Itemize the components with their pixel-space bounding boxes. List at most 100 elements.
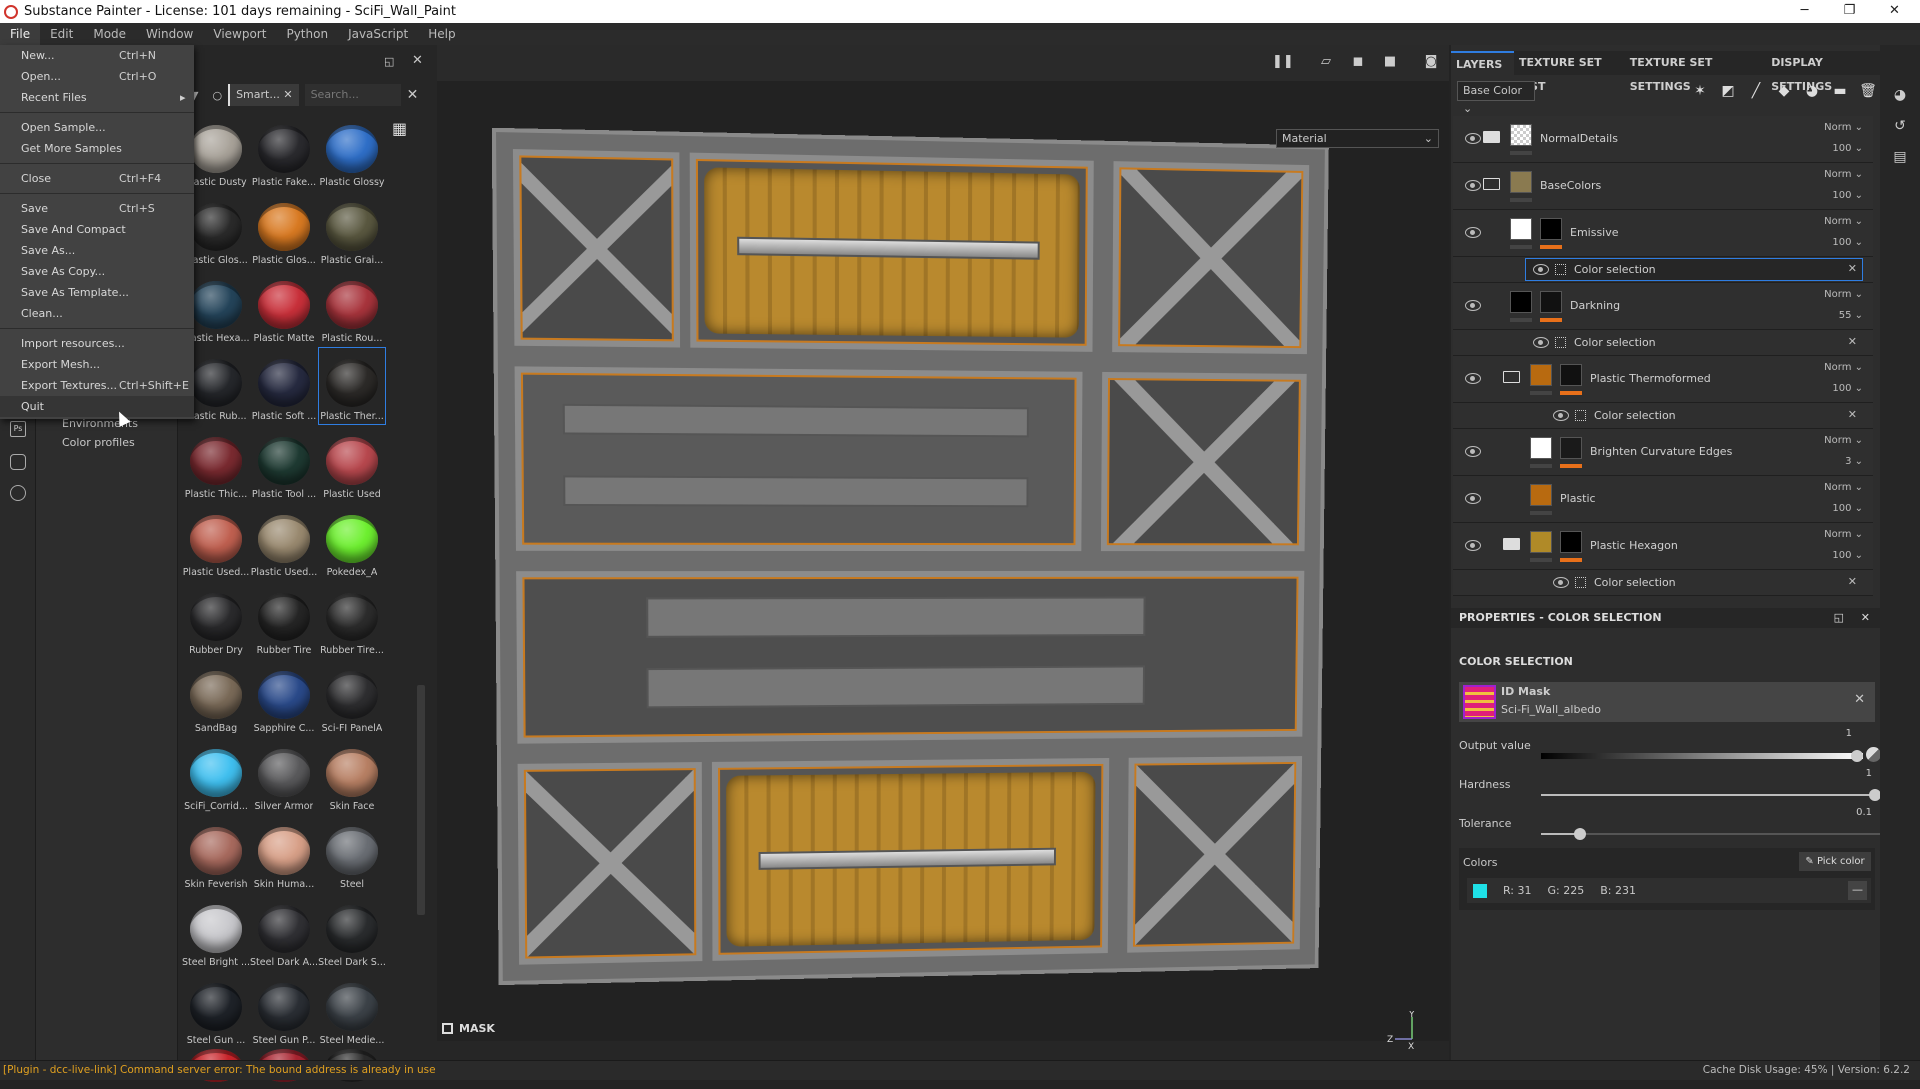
layer-name[interactable]: Plastic Hexagon bbox=[1590, 539, 1678, 552]
file-menu-item-save-as-copy[interactable]: Save As Copy... bbox=[0, 261, 194, 282]
shelf-scrollbar[interactable] bbox=[417, 685, 425, 915]
mask-thumbnail[interactable] bbox=[1560, 437, 1582, 459]
slider-knob[interactable] bbox=[1573, 828, 1586, 840]
menu-javascript[interactable]: JavaScript bbox=[338, 23, 418, 45]
material-item[interactable]: Steel Dark S... bbox=[318, 893, 386, 971]
file-menu-item-open[interactable]: Open... Ctrl+O bbox=[0, 66, 194, 87]
pause-icon[interactable]: ❚❚ bbox=[1272, 55, 1294, 69]
search-input[interactable]: Search... bbox=[304, 84, 401, 106]
material-item[interactable]: Silver Armor bbox=[250, 737, 318, 815]
material-item[interactable]: Plastic Ther... bbox=[318, 347, 386, 425]
visibility-eye-icon[interactable] bbox=[1465, 373, 1481, 384]
channel-dropdown[interactable]: Base Color ⌄ bbox=[1457, 81, 1535, 115]
folder-open-icon[interactable] bbox=[1503, 371, 1520, 383]
material-item[interactable]: Plastic Used... bbox=[182, 503, 250, 581]
effect-row-color-selection[interactable]: Color selection ✕ bbox=[1453, 257, 1873, 283]
material-item[interactable]: Plastic Soft ... bbox=[250, 347, 318, 425]
layer-name[interactable]: Darkning bbox=[1570, 299, 1620, 312]
material-item[interactable]: Skin Face bbox=[318, 737, 386, 815]
close-panel-icon[interactable]: ✕ bbox=[412, 53, 423, 68]
material-item[interactable]: Steel Bright ... bbox=[182, 893, 250, 971]
layer-name[interactable]: BaseColors bbox=[1540, 179, 1601, 192]
file-menu-item-close[interactable]: Close Ctrl+F4 bbox=[0, 168, 194, 189]
material-item[interactable]: Rubber Tire bbox=[250, 581, 318, 659]
hardness-value[interactable]: 1 bbox=[1866, 768, 1872, 779]
image-icon[interactable] bbox=[10, 454, 26, 470]
cube-icon[interactable]: ◼ bbox=[1349, 55, 1367, 69]
viewport-canvas[interactable]: Material ⌄ Y Z X MASK bbox=[437, 81, 1449, 1051]
opacity-dropdown[interactable]: 100 ⌄ bbox=[1832, 550, 1863, 561]
file-menu-item-recent-files[interactable]: Recent Files ▸ bbox=[0, 87, 194, 108]
opacity-dropdown[interactable]: 100 ⌄ bbox=[1832, 143, 1863, 154]
file-menu-item-quit[interactable]: Quit bbox=[0, 396, 194, 417]
remove-color-button[interactable]: — bbox=[1848, 881, 1867, 900]
pick-color-button[interactable]: ✎ Pick color bbox=[1799, 852, 1871, 871]
close-window-button[interactable]: ✕ bbox=[1872, 0, 1917, 23]
file-menu-item-export-mesh[interactable]: Export Mesh... bbox=[0, 354, 194, 375]
material-item[interactable]: Sapphire C... bbox=[250, 659, 318, 737]
float-panel-icon[interactable]: ◱ bbox=[384, 55, 394, 68]
layer-row[interactable]: Plastic Norm ⌄ 100 ⌄ bbox=[1453, 476, 1873, 523]
file-menu-item-open-sample[interactable]: Open Sample... bbox=[0, 117, 194, 138]
file-menu-item-save-and-compact[interactable]: Save And Compact bbox=[0, 219, 194, 240]
remove-effect-icon[interactable]: ✕ bbox=[1848, 408, 1857, 421]
folder-icon[interactable] bbox=[1503, 538, 1520, 550]
opacity-dropdown[interactable]: 100 ⌄ bbox=[1832, 383, 1863, 394]
filter-chip[interactable]: Smart... ✕ bbox=[228, 84, 299, 106]
material-item[interactable]: Plastic Grai... bbox=[318, 191, 386, 269]
mask-thumbnail[interactable] bbox=[1540, 218, 1562, 240]
display-mode-dropdown[interactable]: Material ⌄ bbox=[1276, 129, 1439, 148]
layer-row[interactable]: Emissive Norm ⌄ 100 ⌄ bbox=[1453, 210, 1873, 257]
menu-help[interactable]: Help bbox=[418, 23, 465, 45]
opacity-dropdown[interactable]: 100 ⌄ bbox=[1832, 190, 1863, 201]
tab-layers[interactable]: LAYERS ✕ bbox=[1451, 51, 1514, 95]
material-item[interactable]: Plastic Used bbox=[318, 425, 386, 503]
material-item[interactable]: Skin Huma... bbox=[250, 815, 318, 893]
opacity-dropdown[interactable]: 55 ⌄ bbox=[1839, 310, 1863, 321]
add-mask-icon[interactable]: ◩ bbox=[1719, 83, 1737, 99]
material-item[interactable]: Steel Gun P... bbox=[250, 971, 318, 1049]
smart-material-icon[interactable]: ◕ bbox=[1803, 83, 1821, 99]
float-panel-icon[interactable]: ◱ bbox=[1834, 608, 1844, 628]
layer-name[interactable]: Brighten Curvature Edges bbox=[1590, 445, 1732, 458]
material-item[interactable]: Pokedex_A bbox=[318, 503, 386, 581]
opacity-dropdown[interactable]: 100 ⌄ bbox=[1832, 503, 1863, 514]
screenshot-icon[interactable]: ◙ bbox=[1422, 55, 1440, 69]
material-item[interactable]: Sci-FI PanelA bbox=[318, 659, 386, 737]
clear-search-icon[interactable]: ✕ bbox=[407, 87, 419, 103]
menu-window[interactable]: Window bbox=[136, 23, 203, 45]
tab-texture-set-list[interactable]: TEXTURE SET LIST bbox=[1514, 51, 1625, 93]
layer-row[interactable]: BaseColors Norm ⌄ 100 ⌄ bbox=[1453, 163, 1873, 210]
layer-name[interactable]: Plastic Thermoformed bbox=[1590, 372, 1711, 385]
remove-effect-icon[interactable]: ✕ bbox=[1848, 262, 1857, 275]
tolerance-value[interactable]: 0.1 bbox=[1856, 807, 1872, 818]
close-panel-icon[interactable]: ✕ bbox=[1861, 608, 1870, 628]
visibility-eye-icon[interactable] bbox=[1553, 576, 1569, 588]
visibility-eye-icon[interactable] bbox=[1465, 540, 1481, 551]
visibility-eye-icon[interactable] bbox=[1465, 180, 1481, 191]
mask-thumbnail[interactable] bbox=[1540, 291, 1562, 313]
remove-effect-icon[interactable]: ✕ bbox=[1848, 575, 1857, 588]
material-item[interactable]: Plastic Glossy bbox=[318, 113, 386, 191]
layer-row[interactable]: Brighten Curvature Edges Norm ⌄ 3 ⌄ bbox=[1453, 429, 1873, 476]
material-item[interactable]: Plastic Fake... bbox=[250, 113, 318, 191]
photoshop-icon[interactable]: Ps bbox=[10, 421, 26, 437]
menu-file[interactable]: File bbox=[0, 23, 41, 45]
file-menu-item-get-more-samples[interactable]: Get More Samples bbox=[0, 138, 194, 159]
tolerance-slider[interactable] bbox=[1541, 828, 1881, 840]
log-icon[interactable]: ▤ bbox=[1892, 149, 1908, 165]
effect-row-color-selection[interactable]: Color selection ✕ bbox=[1453, 330, 1873, 356]
hardness-slider[interactable] bbox=[1541, 789, 1881, 801]
color-swatch[interactable] bbox=[1473, 883, 1487, 898]
folder-open-icon[interactable] bbox=[1483, 178, 1500, 190]
blend-mode-dropdown[interactable]: Norm ⌄ bbox=[1824, 435, 1863, 446]
menu-mode[interactable]: Mode bbox=[83, 23, 136, 45]
layer-name[interactable]: Plastic bbox=[1560, 492, 1596, 505]
camera-icon[interactable]: ■ bbox=[1381, 55, 1399, 69]
mask-thumbnail[interactable] bbox=[1560, 364, 1582, 386]
environment-icon[interactable]: ◕ bbox=[1892, 87, 1908, 103]
file-menu-item-new[interactable]: New... Ctrl+N bbox=[0, 45, 194, 66]
material-item[interactable]: Plastic Thic... bbox=[182, 425, 250, 503]
add-folder-icon[interactable]: ▬ bbox=[1831, 83, 1849, 99]
color-picker-icon[interactable] bbox=[1866, 747, 1881, 762]
